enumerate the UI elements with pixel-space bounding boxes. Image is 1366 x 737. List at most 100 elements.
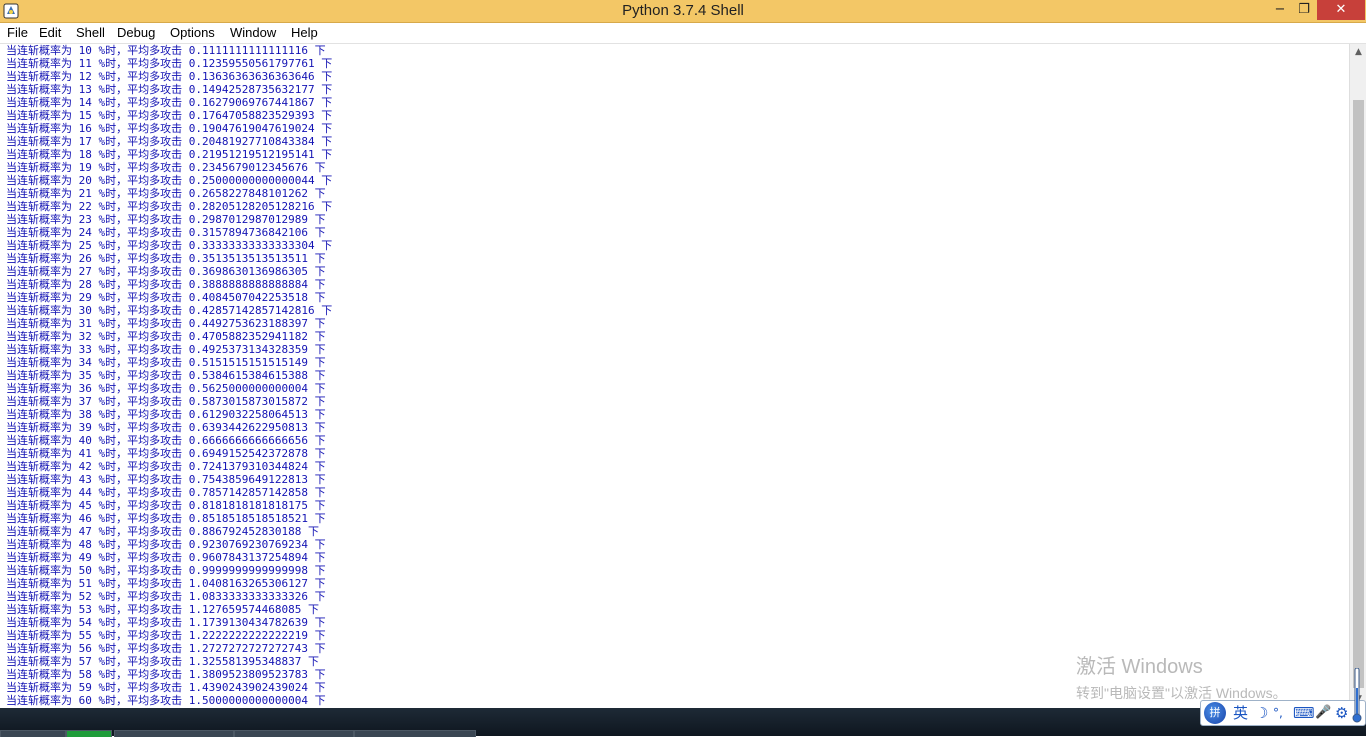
menu-edit[interactable]: Edit bbox=[39, 25, 61, 40]
output-middle: %时，平均多攻击 bbox=[98, 538, 183, 551]
output-line: 当连斩概率为 40 %时，平均多攻击 0.6666666666666656 下 bbox=[6, 434, 326, 447]
output-value: 0.6949152542372878 bbox=[188, 447, 308, 460]
scroll-up-arrow-icon[interactable]: ▲ bbox=[1350, 44, 1366, 61]
output-line: 当连斩概率为 33 %时，平均多攻击 0.4925373134328359 下 bbox=[6, 343, 326, 356]
output-line: 当连斩概率为 30 %时，平均多攻击 0.42857142857142816 下 bbox=[6, 304, 332, 317]
output-line: 当连斩概率为 53 %时，平均多攻击 1.127659574468085 下 bbox=[6, 603, 319, 616]
output-line: 当连斩概率为 34 %时，平均多攻击 0.5151515151515149 下 bbox=[6, 356, 326, 369]
output-unit: 下 bbox=[321, 135, 333, 148]
output-unit: 下 bbox=[314, 382, 326, 395]
close-button[interactable]: ✕ bbox=[1317, 0, 1365, 20]
output-percent: 45 bbox=[78, 499, 92, 512]
output-prefix: 当连斩概率为 bbox=[6, 473, 72, 486]
output-percent: 35 bbox=[78, 369, 92, 382]
menu-debug[interactable]: Debug bbox=[117, 25, 155, 40]
output-unit: 下 bbox=[314, 213, 326, 226]
output-percent: 38 bbox=[78, 408, 92, 421]
output-percent: 20 bbox=[78, 174, 92, 187]
output-unit: 下 bbox=[321, 122, 333, 135]
output-prefix: 当连斩概率为 bbox=[6, 447, 72, 460]
output-percent: 26 bbox=[78, 252, 92, 265]
output-unit: 下 bbox=[314, 369, 326, 382]
menu-file[interactable]: File bbox=[7, 25, 28, 40]
output-middle: %时，平均多攻击 bbox=[98, 668, 183, 681]
output-middle: %时，平均多攻击 bbox=[98, 655, 183, 668]
output-prefix: 当连斩概率为 bbox=[6, 525, 72, 538]
output-line: 当连斩概率为 52 %时，平均多攻击 1.0833333333333326 下 bbox=[6, 590, 326, 603]
output-prefix: 当连斩概率为 bbox=[6, 499, 72, 512]
output-value: 1.0408163265306127 bbox=[188, 577, 308, 590]
output-percent: 15 bbox=[78, 109, 92, 122]
output-line: 当连斩概率为 22 %时，平均多攻击 0.28205128205128216 下 bbox=[6, 200, 332, 213]
output-line: 当连斩概率为 37 %时，平均多攻击 0.5873015873015872 下 bbox=[6, 395, 326, 408]
output-line: 当连斩概率为 28 %时，平均多攻击 0.3888888888888884 下 bbox=[6, 278, 326, 291]
punctuation-icon[interactable]: °, bbox=[1273, 703, 1283, 723]
output-percent: 29 bbox=[78, 291, 92, 304]
output-percent: 52 bbox=[78, 590, 92, 603]
keyboard-icon[interactable]: ⌨ bbox=[1293, 703, 1315, 723]
output-unit: 下 bbox=[321, 239, 333, 252]
shell-output-area[interactable]: 当连斩概率为 10 %时，平均多攻击 0.1111111111111116 下当… bbox=[0, 44, 1349, 708]
output-line: 当连斩概率为 45 %时，平均多攻击 0.8181818181818175 下 bbox=[6, 499, 326, 512]
output-prefix: 当连斩概率为 bbox=[6, 694, 72, 707]
output-percent: 10 bbox=[78, 44, 92, 57]
scrollbar-thumb[interactable] bbox=[1353, 100, 1364, 688]
output-middle: %时，平均多攻击 bbox=[98, 369, 183, 382]
output-unit: 下 bbox=[314, 694, 326, 707]
moon-icon[interactable]: ☽ bbox=[1255, 703, 1268, 723]
output-middle: %时，平均多攻击 bbox=[98, 590, 183, 603]
title-bar[interactable]: Python 3.7.4 Shell − ❐ ✕ bbox=[0, 0, 1366, 23]
output-value: 0.25000000000000044 bbox=[188, 174, 315, 187]
output-prefix: 当连斩概率为 bbox=[6, 421, 72, 434]
output-unit: 下 bbox=[314, 447, 326, 460]
output-value: 0.19047619047619024 bbox=[188, 122, 315, 135]
output-line: 当连斩概率为 57 %时，平均多攻击 1.325581395348837 下 bbox=[6, 655, 319, 668]
output-line: 当连斩概率为 56 %时，平均多攻击 1.2727272727272743 下 bbox=[6, 642, 326, 655]
output-value: 0.4084507042253518 bbox=[188, 291, 308, 304]
output-line: 当连斩概率为 46 %时，平均多攻击 0.8518518518518521 下 bbox=[6, 512, 326, 525]
output-percent: 43 bbox=[78, 473, 92, 486]
output-middle: %时，平均多攻击 bbox=[98, 681, 183, 694]
thermometer-icon bbox=[1352, 668, 1362, 723]
output-percent: 36 bbox=[78, 382, 92, 395]
output-prefix: 当连斩概率为 bbox=[6, 512, 72, 525]
output-value: 0.5384615384615388 bbox=[188, 369, 308, 382]
output-line: 当连斩概率为 42 %时，平均多攻击 0.7241379310344824 下 bbox=[6, 460, 326, 473]
output-percent: 50 bbox=[78, 564, 92, 577]
output-percent: 41 bbox=[78, 447, 92, 460]
output-percent: 18 bbox=[78, 148, 92, 161]
output-unit: 下 bbox=[314, 460, 326, 473]
output-middle: %时，平均多攻击 bbox=[98, 213, 183, 226]
output-prefix: 当连斩概率为 bbox=[6, 629, 72, 642]
output-prefix: 当连斩概率为 bbox=[6, 460, 72, 473]
output-line: 当连斩概率为 31 %时，平均多攻击 0.4492753623188397 下 bbox=[6, 317, 326, 330]
ime-logo-icon[interactable]: 拼 bbox=[1204, 702, 1226, 724]
ime-language-toggle[interactable]: 英 bbox=[1233, 703, 1248, 723]
output-middle: %时，平均多攻击 bbox=[98, 330, 183, 343]
output-percent: 23 bbox=[78, 213, 92, 226]
maximize-button[interactable]: ❐ bbox=[1290, 0, 1318, 20]
output-prefix: 当连斩概率为 bbox=[6, 577, 72, 590]
output-prefix: 当连斩概率为 bbox=[6, 486, 72, 499]
output-middle: %时，平均多攻击 bbox=[98, 239, 183, 252]
output-unit: 下 bbox=[314, 564, 326, 577]
menu-options[interactable]: Options bbox=[170, 25, 215, 40]
output-middle: %时，平均多攻击 bbox=[98, 44, 183, 57]
microphone-icon[interactable]: 🎤 bbox=[1315, 703, 1331, 723]
menu-help[interactable]: Help bbox=[291, 25, 318, 40]
menu-window[interactable]: Window bbox=[230, 25, 276, 40]
output-middle: %时，平均多攻击 bbox=[98, 434, 183, 447]
output-value: 1.1739130434782639 bbox=[188, 616, 308, 629]
output-unit: 下 bbox=[314, 330, 326, 343]
vertical-scrollbar[interactable]: ▲ ▼ bbox=[1349, 44, 1366, 708]
output-value: 0.14942528735632177 bbox=[188, 83, 315, 96]
output-middle: %时，平均多攻击 bbox=[98, 551, 183, 564]
ime-toolbar[interactable]: 拼 英 ☽ °, ⌨ 🎤 ⚙ bbox=[1200, 700, 1366, 726]
output-prefix: 当连斩概率为 bbox=[6, 278, 72, 291]
output-value: 0.2987012987012989 bbox=[188, 213, 308, 226]
output-percent: 53 bbox=[78, 603, 92, 616]
settings-icon[interactable]: ⚙ bbox=[1335, 703, 1348, 723]
output-unit: 下 bbox=[314, 395, 326, 408]
output-prefix: 当连斩概率为 bbox=[6, 239, 72, 252]
menu-shell[interactable]: Shell bbox=[76, 25, 105, 40]
